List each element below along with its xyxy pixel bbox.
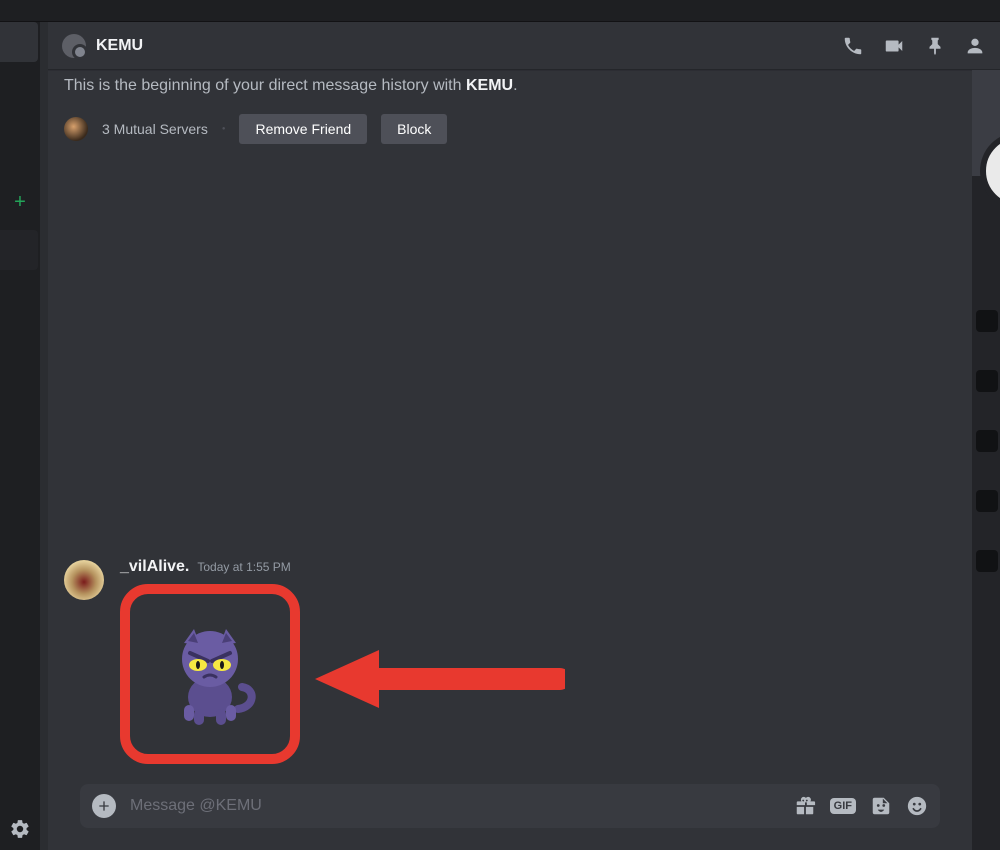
dm-start-banner: This is the beginning of your direct mes… bbox=[64, 76, 956, 96]
block-button[interactable]: Block bbox=[381, 114, 447, 144]
profile-section-block bbox=[976, 490, 998, 512]
message-timestamp: Today at 1:55 PM bbox=[197, 560, 290, 574]
annotation-highlight-box bbox=[120, 584, 300, 764]
remove-friend-button[interactable]: Remove Friend bbox=[239, 114, 367, 144]
separator-dot: ● bbox=[222, 126, 226, 132]
gift-button[interactable] bbox=[794, 795, 816, 817]
message-item: _vilAlive. Today at 1:55 PM bbox=[64, 554, 956, 784]
profile-section-block bbox=[976, 370, 998, 392]
dm-start-suffix: . bbox=[513, 77, 517, 94]
dm-start-name: KEMU bbox=[466, 77, 513, 94]
gif-picker-button[interactable]: GIF bbox=[830, 798, 856, 814]
emoji-picker-button[interactable] bbox=[906, 795, 928, 817]
user-profile-panel bbox=[972, 70, 1000, 850]
dm-recipient-avatar[interactable] bbox=[62, 34, 86, 58]
pinned-messages-button[interactable] bbox=[924, 35, 946, 57]
dm-start-prefix: This is the beginning of your direct mes… bbox=[64, 77, 466, 94]
message-list[interactable]: This is the beginning of your direct mes… bbox=[48, 70, 972, 850]
sticker-angry-cat-icon[interactable] bbox=[160, 619, 260, 729]
mutual-servers-link[interactable]: 3 Mutual Servers bbox=[102, 121, 208, 137]
add-server-button[interactable]: + bbox=[10, 192, 30, 212]
profile-section-block bbox=[976, 550, 998, 572]
window-titlebar bbox=[0, 0, 1000, 22]
channel-list-sliver bbox=[40, 22, 48, 850]
annotation-arrow-icon bbox=[315, 644, 565, 714]
start-video-call-button[interactable] bbox=[882, 35, 906, 57]
message-input[interactable] bbox=[130, 797, 780, 815]
profile-section-block bbox=[976, 430, 998, 452]
dm-recipient-name[interactable]: KEMU bbox=[96, 37, 143, 55]
attach-file-button[interactable] bbox=[92, 794, 116, 818]
message-author-name[interactable]: _vilAlive. bbox=[120, 558, 189, 576]
server-list: + bbox=[0, 22, 40, 850]
server-discover-pill[interactable] bbox=[0, 230, 38, 270]
start-voice-call-button[interactable] bbox=[842, 35, 864, 57]
sticker-picker-button[interactable] bbox=[870, 795, 892, 817]
message-author-avatar[interactable] bbox=[64, 560, 104, 600]
user-settings-button[interactable] bbox=[9, 818, 31, 840]
chat-header: KEMU bbox=[48, 22, 1000, 70]
mutual-server-avatar bbox=[64, 117, 88, 141]
profile-section-block bbox=[976, 310, 998, 332]
show-user-profile-button[interactable] bbox=[964, 35, 986, 57]
server-dm-pill[interactable] bbox=[0, 22, 38, 62]
message-composer: GIF bbox=[80, 784, 940, 828]
